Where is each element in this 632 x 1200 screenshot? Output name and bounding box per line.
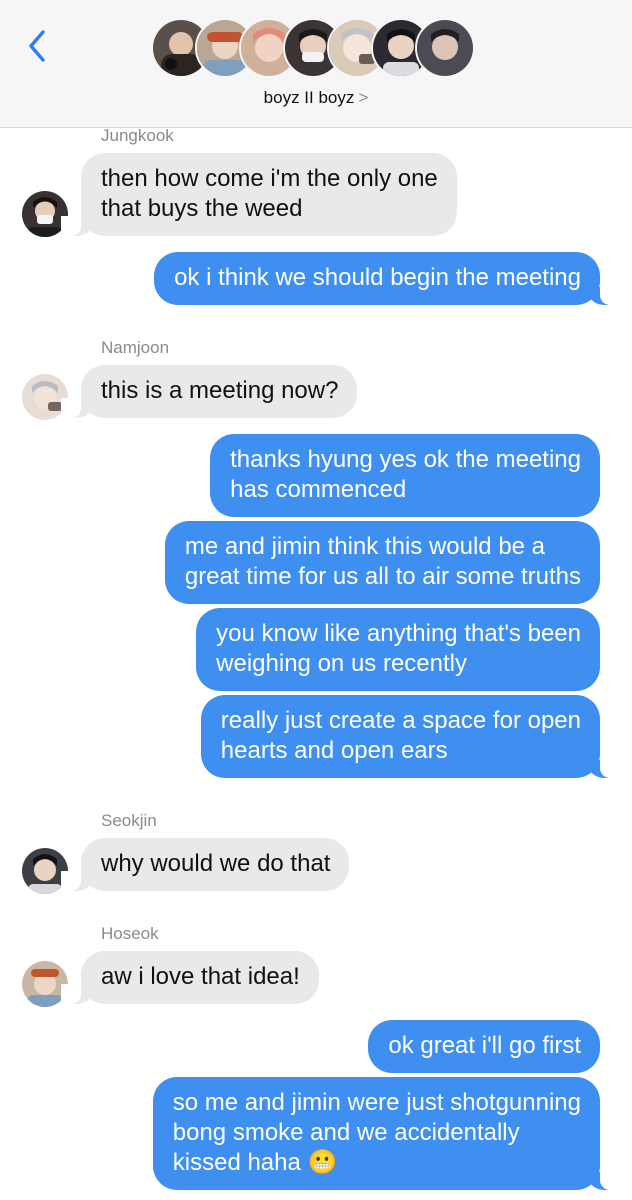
sender-name: Namjoon bbox=[101, 338, 170, 357]
received-message[interactable]: why would we do that bbox=[60, 838, 350, 891]
message-line: so me and jimin were just shotgunning bbox=[172, 1089, 581, 1116]
received-message[interactable]: then how come i'm the only one that buys… bbox=[61, 153, 457, 236]
member-avatar-7 bbox=[415, 18, 475, 78]
message-line: great time for us all to air some truths bbox=[184, 563, 581, 590]
sent-message[interactable]: ok great i'll go first bbox=[368, 1020, 600, 1073]
sent-message[interactable]: ok i think we should begin the meeting bbox=[154, 252, 620, 305]
message-line: ok great i'll go first bbox=[388, 1032, 581, 1059]
message-text: kissed haha bbox=[172, 1149, 301, 1176]
group-name: boyz II boyz bbox=[263, 88, 355, 107]
chevron-right-icon: > bbox=[358, 88, 369, 107]
message-line: why would we do that bbox=[101, 850, 331, 877]
message-line: bong smoke and we accidentally bbox=[172, 1119, 520, 1146]
sent-message[interactable]: me and jimin think this would be a great… bbox=[164, 521, 600, 604]
sent-message[interactable]: you know like anything that's been weigh… bbox=[196, 608, 600, 691]
grimacing-emoji: 😬 bbox=[307, 1149, 338, 1176]
sent-message[interactable]: so me and jimin were just shotgunning bo… bbox=[152, 1077, 621, 1190]
message-line: has commenced bbox=[230, 476, 407, 503]
chevron-left-icon bbox=[29, 30, 45, 62]
message-line: ok i think we should begin the meeting bbox=[174, 264, 581, 291]
back-button[interactable] bbox=[20, 24, 54, 68]
sent-message[interactable]: really just create a space for open hear… bbox=[200, 695, 621, 778]
received-message[interactable]: aw i love that idea! bbox=[61, 951, 319, 1004]
message-line: aw i love that idea! bbox=[101, 963, 300, 990]
sender-name: Seokjin bbox=[101, 811, 157, 830]
message-line: kissed haha 😬 bbox=[173, 1148, 581, 1178]
message-line: weighing on us recently bbox=[216, 650, 467, 677]
message-line: really just create a space for open bbox=[220, 707, 581, 734]
message-line: then how come i'm the only one bbox=[101, 165, 438, 192]
sender-name: Hoseok bbox=[101, 924, 159, 943]
message-line: hearts and open ears bbox=[220, 737, 448, 764]
group-name-button[interactable]: boyz II boyz > bbox=[0, 88, 632, 108]
message-line: this is a meeting now? bbox=[101, 377, 339, 404]
conversation-header: boyz II boyz > bbox=[0, 0, 632, 128]
received-message[interactable]: this is a meeting now? bbox=[60, 365, 358, 418]
message-line: that buys the weed bbox=[101, 195, 303, 222]
message-line: thanks hyung yes ok the meeting bbox=[230, 446, 581, 473]
message-line: you know like anything that's been bbox=[216, 620, 581, 647]
sent-message[interactable]: thanks hyung yes ok the meeting has comm… bbox=[210, 434, 600, 517]
sender-name: Jungkook bbox=[101, 126, 174, 145]
group-avatars[interactable] bbox=[151, 18, 487, 82]
message-line: me and jimin think this would be a bbox=[184, 533, 546, 560]
